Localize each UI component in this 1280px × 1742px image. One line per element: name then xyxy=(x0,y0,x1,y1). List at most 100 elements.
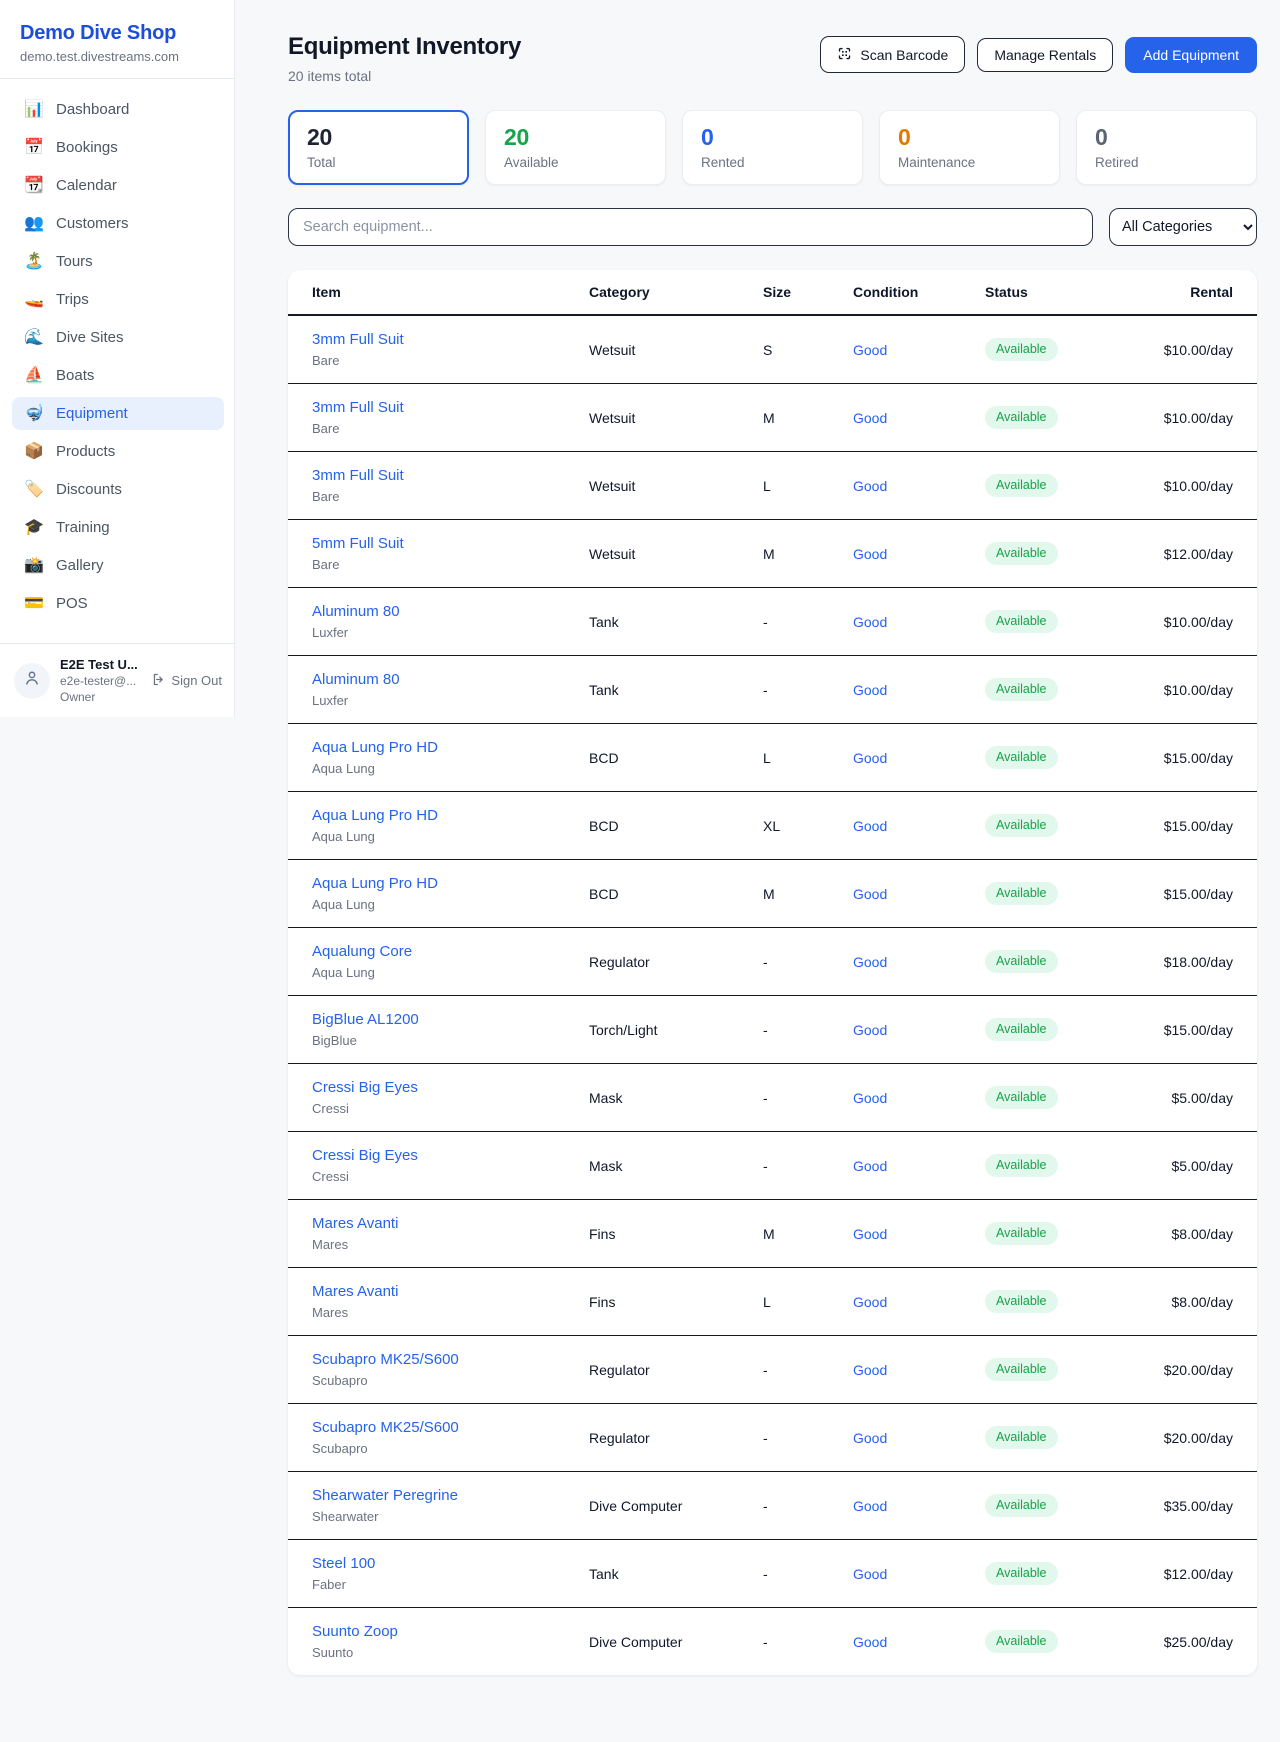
rental-cell: $8.00/day xyxy=(1113,1294,1233,1310)
item-name-link[interactable]: Aqua Lung Pro HD xyxy=(312,739,438,756)
item-name-link[interactable]: Cressi Big Eyes xyxy=(312,1147,418,1164)
add-equipment-button[interactable]: Add Equipment xyxy=(1125,37,1257,73)
stat-card-total[interactable]: 20 Total xyxy=(288,110,469,185)
sidebar-item-customers[interactable]: 👥 Customers xyxy=(12,207,224,240)
condition-link[interactable]: Good xyxy=(853,1226,887,1242)
category-select[interactable]: All Categories xyxy=(1109,208,1257,246)
condition-link[interactable]: Good xyxy=(853,1158,887,1174)
item-name-link[interactable]: Mares Avanti xyxy=(312,1283,398,1300)
sidebar-item-training[interactable]: 🎓 Training xyxy=(12,511,224,544)
item-name-link[interactable]: Shearwater Peregrine xyxy=(312,1487,458,1504)
status-badge: Available xyxy=(985,882,1058,905)
person-icon xyxy=(22,668,42,693)
item-name-link[interactable]: 5mm Full Suit xyxy=(312,535,404,552)
status-badge: Available xyxy=(985,542,1058,565)
item-name-link[interactable]: Scubapro MK25/S600 xyxy=(312,1351,459,1368)
item-name-link[interactable]: Scubapro MK25/S600 xyxy=(312,1419,459,1436)
sidebar-item-pos[interactable]: 💳 POS xyxy=(12,587,224,620)
bookings-icon: 📅 xyxy=(24,140,43,156)
condition-link[interactable]: Good xyxy=(853,1294,887,1310)
sidebar-item-label: Products xyxy=(56,443,115,460)
status-badge: Available xyxy=(985,950,1058,973)
sidebar-item-discounts[interactable]: 🏷️ Discounts xyxy=(12,473,224,506)
condition-link[interactable]: Good xyxy=(853,614,887,630)
sidebar-item-equipment[interactable]: 🤿 Equipment xyxy=(12,397,224,430)
condition-link[interactable]: Good xyxy=(853,1566,887,1582)
condition-link[interactable]: Good xyxy=(853,750,887,766)
sidebar-item-gallery[interactable]: 📸 Gallery xyxy=(12,549,224,582)
size-cell: XL xyxy=(763,818,853,834)
item-cell: Aqualung Core Aqua Lung xyxy=(312,943,589,980)
item-name-link[interactable]: BigBlue AL1200 xyxy=(312,1011,419,1028)
size-cell: - xyxy=(763,1566,853,1582)
condition-link[interactable]: Good xyxy=(853,342,887,358)
condition-link[interactable]: Good xyxy=(853,478,887,494)
condition-link[interactable]: Good xyxy=(853,1362,887,1378)
category-cell: Wetsuit xyxy=(589,546,763,562)
item-cell: 5mm Full Suit Bare xyxy=(312,535,589,572)
sidebar-item-boats[interactable]: ⛵ Boats xyxy=(12,359,224,392)
sign-out-button[interactable]: Sign Out xyxy=(151,672,222,690)
item-name-link[interactable]: Mares Avanti xyxy=(312,1215,398,1232)
stat-label: Available xyxy=(504,155,647,170)
item-brand: Scubapro xyxy=(312,1373,589,1388)
item-name-link[interactable]: Aqua Lung Pro HD xyxy=(312,807,438,824)
sidebar-item-bookings[interactable]: 📅 Bookings xyxy=(12,131,224,164)
search-input[interactable] xyxy=(288,208,1093,246)
brand-title: Demo Dive Shop xyxy=(20,22,214,45)
manage-rentals-button[interactable]: Manage Rentals xyxy=(977,38,1113,72)
rental-cell: $15.00/day xyxy=(1113,1022,1233,1038)
sidebar-item-dashboard[interactable]: 📊 Dashboard xyxy=(12,93,224,126)
item-cell: Cressi Big Eyes Cressi xyxy=(312,1079,589,1116)
condition-link[interactable]: Good xyxy=(853,546,887,562)
category-cell: Wetsuit xyxy=(589,342,763,358)
item-name-link[interactable]: 3mm Full Suit xyxy=(312,331,404,348)
sidebar-item-label: Discounts xyxy=(56,481,122,498)
stat-card-rented[interactable]: 0 Rented xyxy=(682,110,863,185)
item-name-link[interactable]: Aqualung Core xyxy=(312,943,412,960)
sidebar-item-calendar[interactable]: 📆 Calendar xyxy=(12,169,224,202)
condition-link[interactable]: Good xyxy=(853,682,887,698)
sidebar-item-label: Dashboard xyxy=(56,101,129,118)
stat-card-available[interactable]: 20 Available xyxy=(485,110,666,185)
size-cell: - xyxy=(763,1498,853,1514)
sidebar-item-trips[interactable]: 🚤 Trips xyxy=(12,283,224,316)
status-badge: Available xyxy=(985,406,1058,429)
item-name-link[interactable]: Suunto Zoop xyxy=(312,1623,398,1640)
condition-link[interactable]: Good xyxy=(853,1430,887,1446)
condition-link[interactable]: Good xyxy=(853,410,887,426)
sidebar-item-dive-sites[interactable]: 🌊 Dive Sites xyxy=(12,321,224,354)
stats-row: 20 Total 20 Available 0 Rented 0 Mainten… xyxy=(288,110,1257,185)
sidebar-item-tours[interactable]: 🏝️ Tours xyxy=(12,245,224,278)
stat-card-maintenance[interactable]: 0 Maintenance xyxy=(879,110,1060,185)
item-name-link[interactable]: 3mm Full Suit xyxy=(312,467,404,484)
sidebar-item-label: Boats xyxy=(56,367,94,384)
size-cell: M xyxy=(763,1226,853,1242)
sidebar-item-label: Customers xyxy=(56,215,129,232)
item-brand: Faber xyxy=(312,1577,589,1592)
item-brand: BigBlue xyxy=(312,1033,589,1048)
item-name-link[interactable]: Steel 100 xyxy=(312,1555,375,1572)
sidebar-item-products[interactable]: 📦 Products xyxy=(12,435,224,468)
pos-icon: 💳 xyxy=(24,596,43,612)
condition-link[interactable]: Good xyxy=(853,1498,887,1514)
brand-domain: demo.test.divestreams.com xyxy=(20,49,214,64)
scan-barcode-button[interactable]: Scan Barcode xyxy=(820,36,965,73)
condition-link[interactable]: Good xyxy=(853,954,887,970)
category-cell: Regulator xyxy=(589,1362,763,1378)
stat-card-retired[interactable]: 0 Retired xyxy=(1076,110,1257,185)
condition-link[interactable]: Good xyxy=(853,1090,887,1106)
item-name-link[interactable]: Cressi Big Eyes xyxy=(312,1079,418,1096)
condition-link[interactable]: Good xyxy=(853,886,887,902)
item-name-link[interactable]: Aqua Lung Pro HD xyxy=(312,875,438,892)
sign-out-icon xyxy=(151,672,166,690)
item-name-link[interactable]: Aluminum 80 xyxy=(312,671,400,688)
item-name-link[interactable]: 3mm Full Suit xyxy=(312,399,404,416)
condition-link[interactable]: Good xyxy=(853,1634,887,1650)
condition-link[interactable]: Good xyxy=(853,818,887,834)
sidebar-item-label: Gallery xyxy=(56,557,104,574)
condition-link[interactable]: Good xyxy=(853,1022,887,1038)
table-row: Shearwater Peregrine Shearwater Dive Com… xyxy=(288,1471,1257,1539)
sidebar-nav: 📊 Dashboard 📅 Bookings 📆 Calendar 👥 Cust… xyxy=(0,79,234,635)
item-name-link[interactable]: Aluminum 80 xyxy=(312,603,400,620)
